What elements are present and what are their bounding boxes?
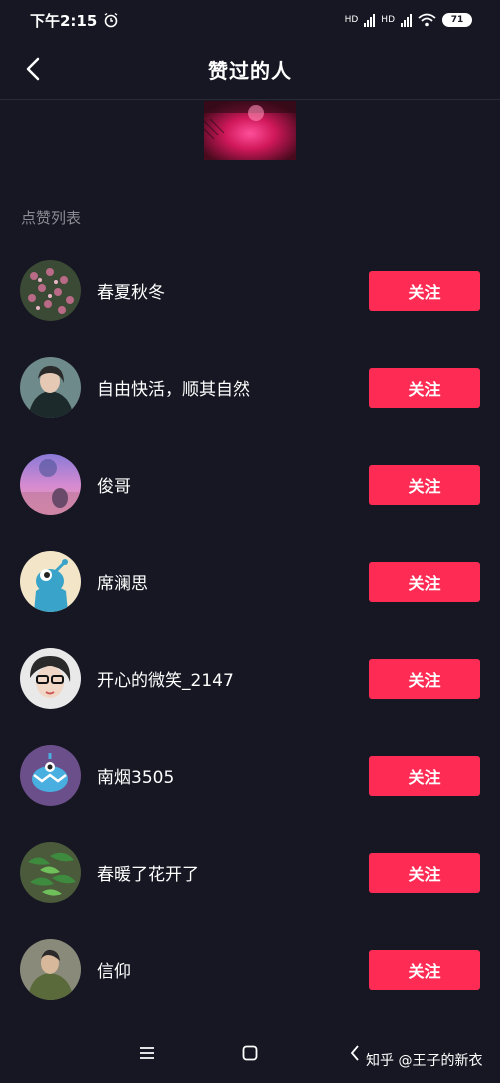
network-label-2: HD [381,15,395,25]
list-item[interactable]: 春夏秋冬 关注 [0,242,500,339]
battery-icon: 71 [442,13,472,27]
watermark: 知乎 @王子的新衣 [366,1053,483,1069]
list-item[interactable]: 信仰 关注 [0,921,500,1018]
follow-button[interactable]: 关注 [369,658,480,699]
avatar-image [20,648,81,709]
signal-icon-2 [401,13,412,27]
avatar-image [20,745,81,806]
avatar[interactable] [20,357,81,418]
avatar-image [20,454,81,515]
user-name[interactable]: 开心的微笑_2147 [97,666,234,691]
list-item[interactable]: 开心的微笑_2147 关注 [0,630,500,727]
follow-button[interactable]: 关注 [369,464,480,505]
follow-button[interactable]: 关注 [369,949,480,990]
liker-list: 春夏秋冬 关注 自由快活，顺其自然 关注 俊哥 关注 席澜思 关注 开心的微笑_… [0,242,500,1018]
user-name[interactable]: 南烟3505 [97,763,174,788]
signal-icon [364,13,376,27]
avatar[interactable] [20,842,81,903]
alarm-icon [104,12,118,28]
chevron-left-icon [26,57,40,81]
section-label: 点赞列表 [21,209,82,227]
avatar[interactable] [20,551,81,612]
follow-button[interactable]: 关注 [369,755,480,796]
list-item[interactable]: 自由快活，顺其自然 关注 [0,339,500,436]
network-label-1: HD [344,15,359,25]
status-time: 下午2:15 [30,11,98,30]
page-title: 赞过的人 [208,59,292,83]
header: 赞过的人 [0,40,500,100]
avatar[interactable] [20,745,81,806]
list-item[interactable]: 春暖了花开了 关注 [0,824,500,921]
user-name[interactable]: 俊哥 [97,472,131,497]
list-item[interactable]: 俊哥 关注 [0,436,500,533]
user-name[interactable]: 席澜思 [97,569,148,594]
avatar-image [20,939,81,1000]
status-bar: 下午2:15 HD HD 71 [0,0,500,40]
avatar-image [20,260,81,321]
list-item[interactable]: 席澜思 关注 [0,533,500,630]
follow-button[interactable]: 关注 [369,270,480,311]
avatar[interactable] [20,939,81,1000]
avatar[interactable] [20,648,81,709]
user-name[interactable]: 信仰 [97,957,131,982]
user-name[interactable]: 自由快活，顺其自然 [97,375,250,400]
avatar[interactable] [20,260,81,321]
avatar-image [20,842,81,903]
video-thumbnail-image [204,101,296,160]
avatar-image [20,357,81,418]
back-button[interactable] [18,54,48,84]
avatar[interactable] [20,454,81,515]
follow-button[interactable]: 关注 [369,561,480,602]
follow-button[interactable]: 关注 [369,852,480,893]
wifi-icon [418,13,436,27]
status-right: HD HD 71 [345,13,472,27]
video-thumbnail[interactable] [204,101,296,160]
home-icon[interactable] [238,1041,262,1065]
status-left: 下午2:15 [30,10,119,31]
list-item[interactable]: 南烟3505 关注 [0,727,500,824]
avatar-image [20,551,81,612]
user-name[interactable]: 春暖了花开了 [97,860,199,885]
follow-button[interactable]: 关注 [369,367,480,408]
back-nav-icon[interactable] [344,1041,368,1065]
user-name[interactable]: 春夏秋冬 [97,278,165,303]
menu-icon[interactable] [135,1041,159,1065]
